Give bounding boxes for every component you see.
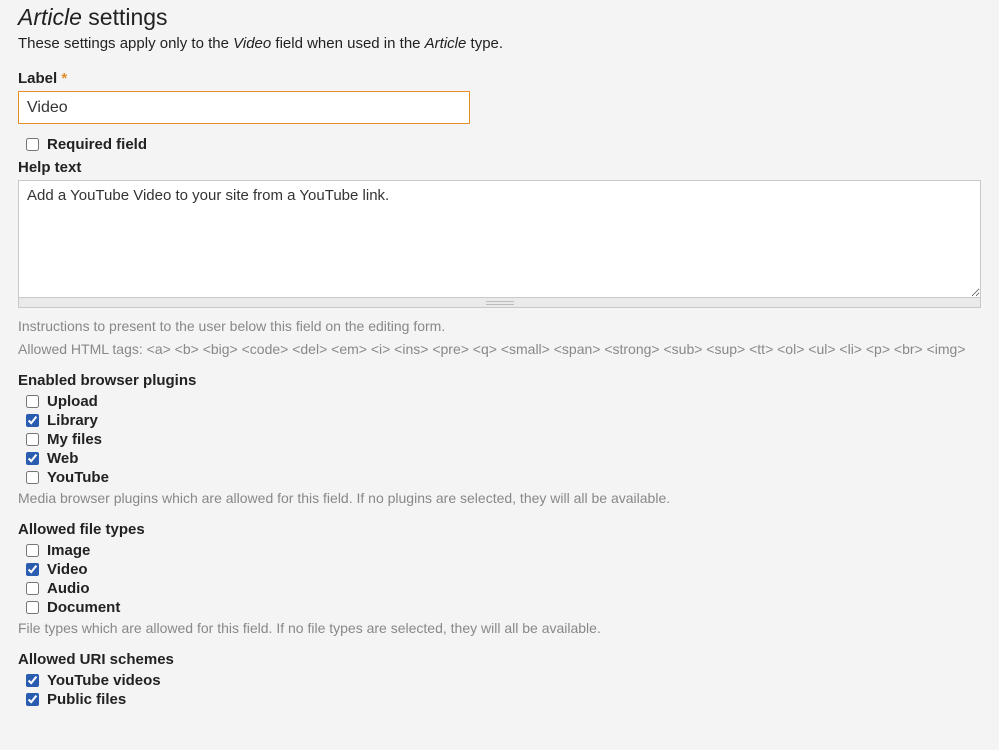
plugin-label[interactable]: Web bbox=[47, 450, 78, 467]
filetypes-list: Image Video Audio Document bbox=[18, 542, 981, 616]
plugin-row: Upload bbox=[18, 393, 981, 410]
plugins-heading: Enabled browser plugins bbox=[18, 372, 981, 389]
filetype-label[interactable]: Image bbox=[47, 542, 90, 559]
filetype-row: Document bbox=[18, 599, 981, 616]
uri-scheme-checkbox[interactable] bbox=[26, 674, 39, 687]
plugin-label[interactable]: Upload bbox=[47, 393, 98, 410]
filetype-row: Image bbox=[18, 542, 981, 559]
plugin-label[interactable]: My files bbox=[47, 431, 102, 448]
resize-handle[interactable] bbox=[18, 298, 981, 308]
label-input[interactable] bbox=[18, 91, 470, 124]
plugin-label[interactable]: YouTube bbox=[47, 469, 109, 486]
required-field-checkbox[interactable] bbox=[26, 138, 39, 151]
help-text-desc-2: Allowed HTML tags: <a> <b> <big> <code> … bbox=[18, 339, 981, 360]
plugin-checkbox[interactable] bbox=[26, 452, 39, 465]
page-title-suffix: settings bbox=[82, 4, 168, 30]
page-title: Article settings bbox=[18, 4, 981, 31]
plugin-checkbox[interactable] bbox=[26, 471, 39, 484]
uri-scheme-label[interactable]: YouTube videos bbox=[47, 672, 161, 689]
filetype-checkbox[interactable] bbox=[26, 544, 39, 557]
filetype-label[interactable]: Audio bbox=[47, 580, 90, 597]
filetype-label[interactable]: Document bbox=[47, 599, 120, 616]
required-field-label[interactable]: Required field bbox=[47, 136, 147, 153]
plugin-checkbox[interactable] bbox=[26, 414, 39, 427]
uri-heading: Allowed URI schemes bbox=[18, 651, 981, 668]
plugin-row: My files bbox=[18, 431, 981, 448]
filetype-checkbox[interactable] bbox=[26, 563, 39, 576]
plugins-desc: Media browser plugins which are allowed … bbox=[18, 488, 981, 509]
page-title-prefix: Article bbox=[18, 4, 82, 30]
help-text-textarea[interactable] bbox=[18, 180, 981, 298]
label-field-label: Label * bbox=[18, 70, 981, 87]
help-text-label: Help text bbox=[18, 159, 981, 176]
plugin-checkbox[interactable] bbox=[26, 395, 39, 408]
filetype-checkbox[interactable] bbox=[26, 601, 39, 614]
uri-scheme-row: Public files bbox=[18, 691, 981, 708]
required-marker: * bbox=[61, 70, 67, 87]
plugin-checkbox[interactable] bbox=[26, 433, 39, 446]
uri-list: YouTube videos Public files bbox=[18, 672, 981, 708]
plugin-row: YouTube bbox=[18, 469, 981, 486]
plugin-label[interactable]: Library bbox=[47, 412, 98, 429]
page-subtitle: These settings apply only to the Video f… bbox=[18, 35, 981, 52]
filetype-label[interactable]: Video bbox=[47, 561, 88, 578]
plugin-row: Web bbox=[18, 450, 981, 467]
uri-scheme-label[interactable]: Public files bbox=[47, 691, 126, 708]
plugins-list: Upload Library My files Web YouTube bbox=[18, 393, 981, 486]
filetypes-heading: Allowed file types bbox=[18, 521, 981, 538]
uri-scheme-row: YouTube videos bbox=[18, 672, 981, 689]
help-text-desc-1: Instructions to present to the user belo… bbox=[18, 316, 981, 337]
plugin-row: Library bbox=[18, 412, 981, 429]
uri-scheme-checkbox[interactable] bbox=[26, 693, 39, 706]
filetype-checkbox[interactable] bbox=[26, 582, 39, 595]
filetypes-desc: File types which are allowed for this fi… bbox=[18, 618, 981, 639]
filetype-row: Video bbox=[18, 561, 981, 578]
filetype-row: Audio bbox=[18, 580, 981, 597]
